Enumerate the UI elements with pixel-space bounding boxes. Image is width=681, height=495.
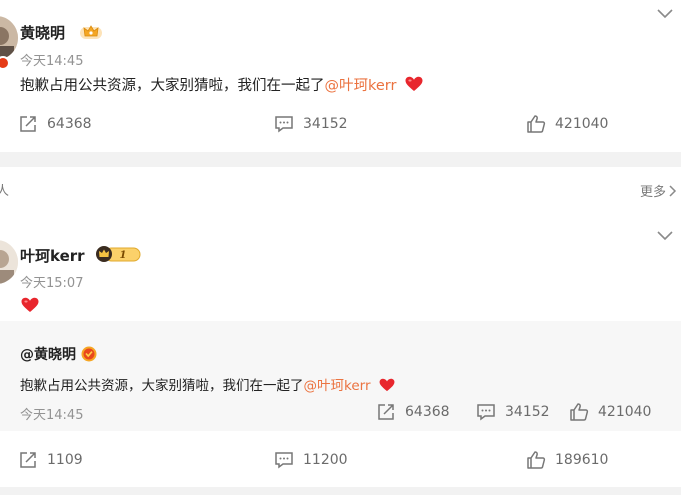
author-avatar[interactable] xyxy=(0,240,18,284)
crown-badge-icon xyxy=(79,22,103,44)
vip-level-number: 1 xyxy=(120,250,127,261)
repost-icon xyxy=(20,116,36,132)
chevron-right-icon xyxy=(669,184,677,197)
chevron-down-icon[interactable] xyxy=(657,231,673,241)
mention-link[interactable]: @叶珂kerr xyxy=(325,78,397,94)
quoted-comment-count: 34152 xyxy=(505,404,550,420)
more-label: 更多 xyxy=(639,185,666,200)
repost-icon xyxy=(20,452,36,468)
weibo-post-card: 黄晓明 今天14:45 抱歉占用公共资源，大家别猜啦，我们在一起了@叶珂kerr… xyxy=(0,0,681,152)
like-button[interactable]: 189610 xyxy=(526,450,608,470)
comment-count: 34152 xyxy=(303,116,348,132)
thumbs-up-icon xyxy=(527,451,546,469)
repost-count: 64368 xyxy=(47,116,92,132)
vip-level-badge: 1 xyxy=(95,245,141,267)
author-name[interactable]: 叶珂kerr xyxy=(20,245,85,266)
post-actions: 64368 34152 421040 xyxy=(0,114,681,142)
like-button[interactable]: 421040 xyxy=(526,114,608,134)
quoted-text-body: 抱歉占用公共资源，大家别猜啦，我们在一起了 xyxy=(20,378,304,394)
comment-icon xyxy=(477,404,495,421)
repost-count: 1109 xyxy=(47,452,83,468)
quoted-text: 抱歉占用公共资源，大家别猜啦，我们在一起了@叶珂kerr xyxy=(20,374,395,394)
post-time[interactable]: 今天14:45 xyxy=(20,50,83,69)
verified-badge-icon xyxy=(81,346,97,362)
repost-icon xyxy=(378,404,394,420)
quoted-repost-button[interactable]: 64368 xyxy=(376,402,450,422)
post-text-body: 抱歉占用公共资源，大家别猜啦，我们在一起了 xyxy=(20,78,325,94)
heart-emoji-icon xyxy=(21,297,39,312)
quoted-time[interactable]: 今天14:45 xyxy=(20,404,83,423)
like-count: 189610 xyxy=(555,452,609,468)
post-text: 抱歉占用公共资源，大家别猜啦，我们在一起了@叶珂kerr xyxy=(20,74,423,95)
heart-emoji-icon xyxy=(405,76,423,91)
chevron-down-icon[interactable] xyxy=(657,9,673,19)
post-actions: 1109 11200 189610 xyxy=(0,450,681,478)
quoted-repost-count: 64368 xyxy=(405,404,450,420)
quoted-post[interactable]: @黄晓明 抱歉占用公共资源，大家别猜啦，我们在一起了@叶珂kerr 今天14:4… xyxy=(0,321,681,431)
quoted-like-count: 421040 xyxy=(598,404,652,420)
repost-button[interactable]: 64368 xyxy=(18,114,92,134)
more-link[interactable]: 更多 xyxy=(640,181,677,200)
author-name[interactable]: 黄晓明 xyxy=(20,22,65,43)
like-count: 421040 xyxy=(555,116,609,132)
cut-off-text: 人 xyxy=(0,184,10,199)
comment-icon xyxy=(275,116,293,133)
mention-link[interactable]: @叶珂kerr xyxy=(304,378,371,394)
comment-button[interactable]: 34152 xyxy=(274,114,348,134)
comment-icon xyxy=(275,452,293,469)
comment-count: 11200 xyxy=(303,452,348,468)
comment-button[interactable]: 11200 xyxy=(274,450,348,470)
post-time[interactable]: 今天15:07 xyxy=(20,272,83,291)
repost-button[interactable]: 1109 xyxy=(18,450,83,470)
quoted-like-button[interactable]: 421040 xyxy=(569,402,651,422)
author-avatar[interactable] xyxy=(0,16,18,60)
section-bar: 人 更多 xyxy=(0,167,681,215)
quoted-author-row: @黄晓明 xyxy=(20,344,97,364)
heart-emoji-icon xyxy=(379,378,395,392)
quoted-author[interactable]: @黄晓明 xyxy=(20,344,76,364)
thumbs-up-icon xyxy=(570,403,589,421)
thumbs-up-icon xyxy=(527,115,546,133)
quoted-comment-button[interactable]: 34152 xyxy=(476,402,550,422)
weibo-post-card: 叶珂kerr 1 今天15:07 @黄晓明 抱歉占用公共资源，大家别猜啦，我们在… xyxy=(0,215,681,487)
verified-badge-icon xyxy=(0,56,10,70)
